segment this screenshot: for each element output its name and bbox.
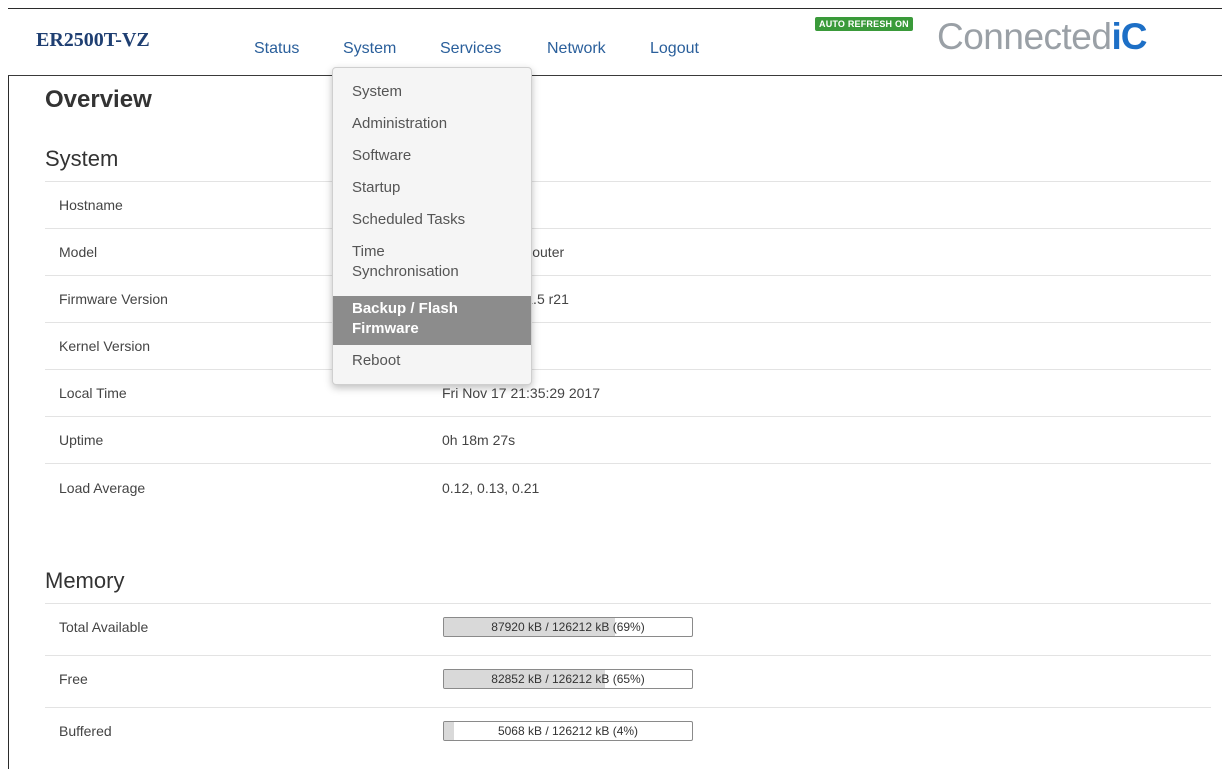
device-name: ER2500T-VZ — [36, 29, 150, 51]
local-time-label: Local Time — [59, 385, 127, 401]
menu-item-startup[interactable]: Startup — [333, 178, 531, 198]
firmware-version-label: Firmware Version — [59, 291, 168, 307]
free-memory-bar: 82852 kB / 126212 kB (65%) — [443, 669, 693, 689]
nav-status[interactable]: Status — [254, 40, 299, 58]
row-divider — [45, 655, 1211, 656]
memory-section-title: Memory — [45, 568, 125, 593]
nav-network[interactable]: Network — [547, 40, 606, 58]
uptime-label: Uptime — [59, 432, 104, 448]
page-title: Overview — [45, 86, 152, 113]
load-average-value: 0.12, 0.13, 0.21 — [442, 480, 540, 496]
row-divider — [45, 369, 1211, 370]
row-divider — [45, 322, 1211, 323]
row-divider — [45, 603, 1211, 604]
total-available-label: Total Available — [59, 619, 149, 635]
kernel-version-label: Kernel Version — [59, 338, 151, 354]
nav-logout[interactable]: Logout — [650, 40, 699, 58]
system-section-title: System — [45, 146, 119, 171]
free-memory-value: 82852 kB / 126212 kB (65%) — [491, 672, 645, 686]
logo-suffix: iC — [1111, 16, 1147, 57]
row-divider — [45, 463, 1211, 464]
header-bar: ER2500T-VZ Status System Services Networ… — [8, 9, 1222, 76]
row-divider — [45, 181, 1211, 182]
row-divider — [45, 707, 1211, 708]
menu-item-software[interactable]: Software — [333, 146, 531, 166]
uptime-value: 0h 18m 27s — [442, 432, 516, 448]
model-label: Model — [59, 244, 98, 260]
buffered-memory-bar: 5068 kB / 126212 kB (4%) — [443, 721, 693, 741]
row-divider — [45, 228, 1211, 229]
menu-item-scheduled-tasks[interactable]: Scheduled Tasks — [333, 210, 531, 230]
buffered-label: Buffered — [59, 723, 112, 739]
row-divider — [45, 275, 1211, 276]
row-divider — [45, 416, 1211, 417]
system-dropdown-menu: System Administration Software Startup S… — [332, 67, 532, 385]
menu-item-administration[interactable]: Administration — [333, 114, 531, 134]
connectedic-logo: ConnectediC — [937, 15, 1147, 59]
local-time-value: Fri Nov 17 21:35:29 2017 — [442, 385, 600, 401]
free-label: Free — [59, 671, 88, 687]
menu-item-backup-flash-firmware[interactable]: Backup / Flash Firmware — [333, 296, 531, 345]
total-available-value: 87920 kB / 126212 kB (69%) — [491, 620, 645, 634]
menu-item-system[interactable]: System — [333, 82, 531, 102]
nav-services[interactable]: Services — [440, 40, 501, 58]
buffered-memory-value: 5068 kB / 126212 kB (4%) — [497, 724, 639, 738]
total-available-bar: 87920 kB / 126212 kB (69%) — [443, 617, 693, 637]
nav-system[interactable]: System — [343, 40, 396, 58]
logo-text: Connected — [937, 16, 1112, 57]
menu-item-time-synchronisation[interactable]: Time Synchronisation — [333, 242, 531, 282]
auto-refresh-badge[interactable]: AUTO REFRESH ON — [815, 17, 913, 31]
hostname-label: Hostname — [59, 197, 123, 213]
load-average-label: Load Average — [59, 480, 146, 496]
menu-item-reboot[interactable]: Reboot — [333, 351, 531, 371]
